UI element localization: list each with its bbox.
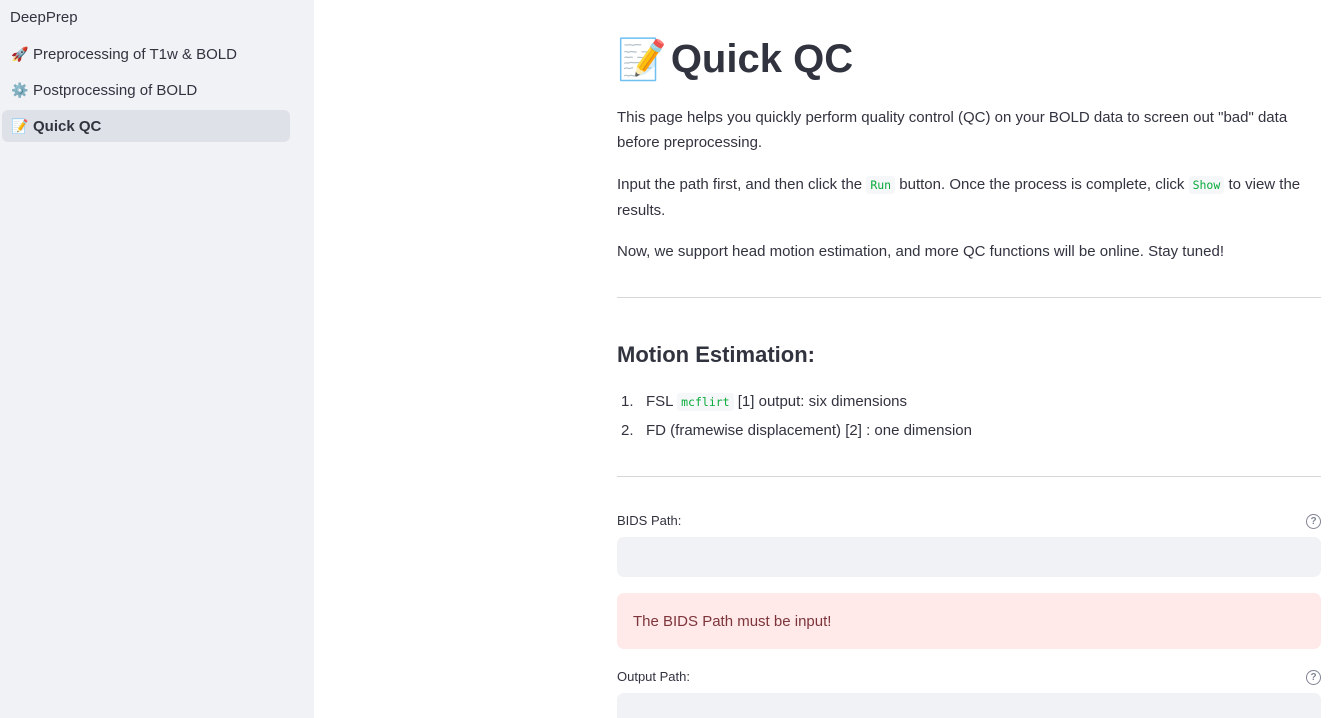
section-title: Motion Estimation: xyxy=(617,342,815,367)
page-title: 📝 Quick QC xyxy=(617,36,853,83)
instruction-part2: button. Once the process is complete, cl… xyxy=(895,176,1189,193)
instruction-part1: Input the path first, and then click the xyxy=(617,176,867,193)
intro-text: This page helps you quickly perform qual… xyxy=(617,109,1288,151)
divider xyxy=(617,476,1321,477)
memo-icon: 📝 xyxy=(11,117,29,134)
error-message: The BIDS Path must be input! xyxy=(633,612,832,630)
list-text: FD (framewise displacement) [2] : one di… xyxy=(646,422,972,439)
help-icon[interactable]: ? xyxy=(1306,670,1321,685)
rocket-icon: 🚀 xyxy=(11,45,29,62)
list-number: 1. xyxy=(621,393,634,410)
mcflirt-code: mcflirt xyxy=(677,393,734,411)
error-alert: The BIDS Path must be input! xyxy=(617,593,1321,649)
sidebar-item-label: Preprocessing of T1w & BOLD xyxy=(33,45,237,63)
bids-path-input[interactable] xyxy=(617,537,1321,577)
list-item: 2. FD (framewise displacement) [2] : one… xyxy=(617,422,972,439)
app-title: DeepPrep xyxy=(10,9,78,26)
show-code: Show xyxy=(1188,176,1225,194)
sidebar-item-preprocessing[interactable]: 🚀 Preprocessing of T1w & BOLD xyxy=(2,38,290,70)
sidebar-item-quick-qc[interactable]: 📝 Quick QC xyxy=(2,110,290,142)
list-text: FSL mcflirt [1] output: six dimensions xyxy=(646,393,908,411)
sidebar-item-postprocessing[interactable]: ⚙️ Postprocessing of BOLD xyxy=(2,74,290,106)
output-path-input[interactable] xyxy=(617,693,1321,718)
memo-icon: 📝 xyxy=(617,38,667,82)
instruction-text: Input the path first, and then click the… xyxy=(617,172,1321,223)
list-post: [1] output: six dimensions xyxy=(733,393,908,410)
output-path-label: Output Path: xyxy=(617,669,690,684)
sidebar-item-label: Quick QC xyxy=(33,117,102,135)
help-icon[interactable]: ? xyxy=(1306,514,1321,529)
sidebar-item-label: Postprocessing of BOLD xyxy=(33,81,198,99)
list-item: 1. FSL mcflirt [1] output: six dimension… xyxy=(617,393,908,411)
page-title-text: Quick QC xyxy=(670,37,854,81)
divider xyxy=(617,297,1321,298)
list-pre: FSL xyxy=(646,393,678,410)
run-code: Run xyxy=(866,176,896,194)
list-number: 2. xyxy=(621,422,634,439)
bids-path-label: BIDS Path: xyxy=(617,513,682,528)
support-text: Now, we support head motion estimation, … xyxy=(617,243,1224,260)
gear-icon: ⚙️ xyxy=(11,81,29,98)
sidebar: DeepPrep 🚀 Preprocessing of T1w & BOLD ⚙… xyxy=(0,0,314,718)
